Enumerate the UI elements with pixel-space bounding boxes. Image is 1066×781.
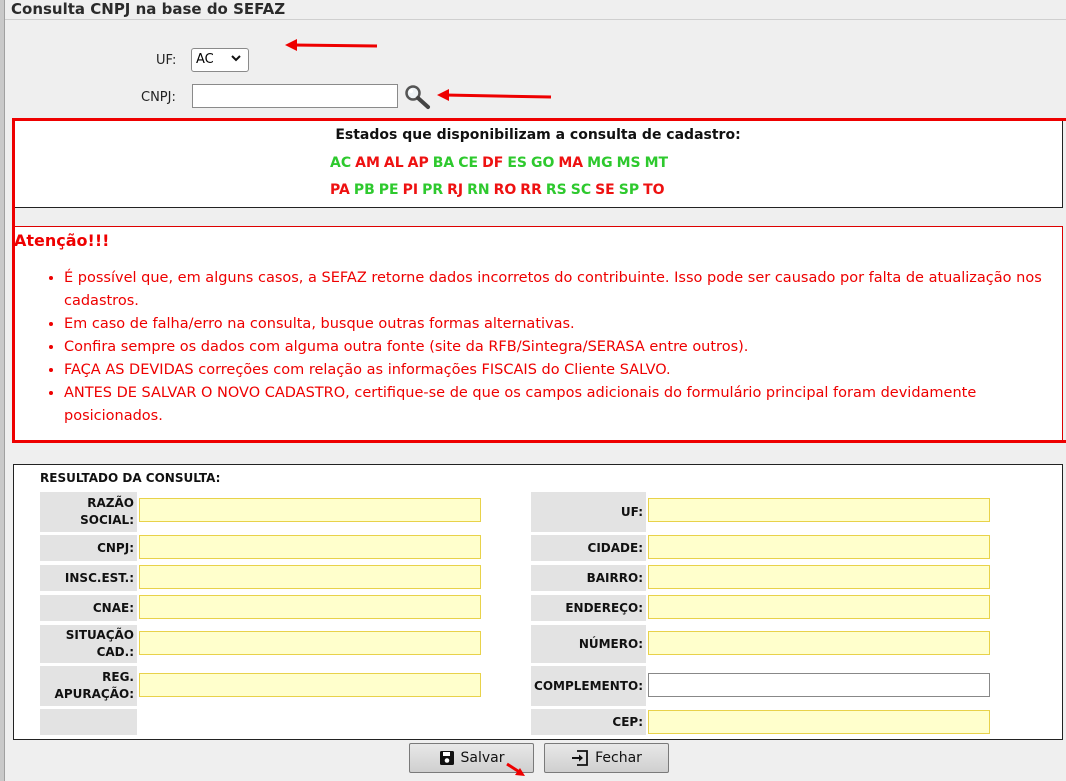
title-bar[interactable]: Consulta CNPJ na base do SEFAZ — [5, 0, 1066, 20]
state-code-rr: RR — [520, 182, 542, 198]
cnpj-result-field[interactable] — [139, 535, 481, 559]
state-code-al: AL — [383, 155, 404, 171]
cnae-field[interactable] — [139, 595, 481, 619]
floppy-disk-icon — [439, 751, 454, 765]
attention-item: FAÇA AS DEVIDAS correções com relação as… — [64, 359, 1050, 382]
result-title: RESULTADO DA CONSULTA: — [40, 471, 221, 485]
state-code-sp: SP — [618, 182, 640, 198]
state-code-ro: RO — [493, 182, 517, 198]
states-title: Estados que disponibilizam a consulta de… — [335, 127, 741, 143]
label-endereco: ENDEREÇO: — [531, 595, 646, 621]
cnpj-input[interactable] — [192, 84, 398, 108]
state-code-se: SE — [595, 182, 615, 198]
state-code-ac: AC — [330, 155, 352, 171]
numero-field[interactable] — [648, 631, 990, 655]
state-code-pa: PA — [330, 182, 350, 198]
bairro-field[interactable] — [648, 565, 990, 589]
state-code-ba: BA — [432, 155, 455, 171]
states-panel: Estados que disponibilizam a consulta de… — [13, 120, 1063, 208]
state-code-pr: PR — [422, 182, 444, 198]
attention-list: É possível que, em alguns casos, a SEFAZ… — [50, 267, 1050, 428]
label-razao-social: RAZÃO SOCIAL: — [40, 492, 137, 532]
endereco-field[interactable] — [648, 595, 990, 619]
razao-social-field[interactable] — [139, 498, 481, 522]
result-panel: RESULTADO DA CONSULTA: RAZÃO SOCIAL: CNP… — [13, 464, 1063, 740]
state-code-mg: MG — [587, 155, 613, 171]
state-code-pi: PI — [402, 182, 419, 198]
state-code-ce: CE — [458, 155, 479, 171]
state-code-pe: PE — [378, 182, 399, 198]
label-reg-apuracao: REG. APURAÇÃO: — [40, 666, 137, 706]
window-title: Consulta CNPJ na base do SEFAZ — [11, 0, 286, 18]
label-complemento: COMPLEMENTO: — [531, 666, 646, 706]
state-code-rn: RN — [467, 182, 490, 198]
state-code-am: AM — [355, 155, 380, 171]
label-empty — [40, 709, 137, 735]
uf-label: UF: — [156, 53, 177, 68]
label-uf: UF: — [531, 492, 646, 532]
magnifier-icon — [405, 85, 430, 109]
annotation-arrow-cnpj — [437, 89, 552, 101]
state-code-ap: AP — [407, 155, 429, 171]
label-numero: NÚMERO: — [531, 625, 646, 663]
label-cidade: CIDADE: — [531, 535, 646, 561]
state-code-ma: MA — [558, 155, 584, 171]
label-situacao-cad: SITUAÇÃO CAD.: — [40, 625, 137, 663]
cidade-field[interactable] — [648, 535, 990, 559]
exit-icon — [572, 750, 588, 766]
cnpj-dialog: Consulta CNPJ na base do SEFAZ UF: AC CN… — [4, 0, 1066, 781]
label-cnae: CNAE: — [40, 595, 137, 621]
state-code-rj: RJ — [447, 182, 464, 198]
annotation-arrow-uf — [285, 39, 378, 51]
state-code-es: ES — [507, 155, 527, 171]
state-code-to: TO — [643, 182, 665, 198]
states-row-2: PA PB PE PI PR RJ RN RO RR RS SC SE SP TO — [330, 182, 669, 198]
state-code-mt: MT — [644, 155, 669, 171]
label-bairro: BAIRRO: — [531, 565, 646, 591]
attention-item: ANTES DE SALVAR O NOVO CADASTRO, certifi… — [64, 382, 1050, 428]
attention-title: Atenção!!! — [14, 231, 110, 250]
label-cnpj: CNPJ: — [40, 535, 137, 561]
attention-item: Confira sempre os dados com alguma outra… — [64, 336, 1050, 359]
uf-result-field[interactable] — [648, 498, 990, 522]
state-code-rs: RS — [545, 182, 567, 198]
state-code-go: GO — [530, 155, 555, 171]
uf-select-value: AC — [196, 52, 214, 67]
label-cep: CEP: — [531, 709, 646, 735]
states-row-1: AC AM AL AP BA CE DF ES GO MA MG MS MT — [330, 155, 672, 171]
insc-est-field[interactable] — [139, 565, 481, 589]
attention-item: Em caso de falha/erro na consulta, busqu… — [64, 313, 1050, 336]
cnpj-label: CNPJ: — [141, 90, 176, 105]
search-button[interactable] — [403, 84, 433, 110]
state-code-sc: SC — [570, 182, 592, 198]
close-button-label: Fechar — [595, 750, 642, 766]
annotation-arrow-save — [506, 762, 525, 776]
save-button-label: Salvar — [460, 750, 505, 766]
attention-item: É possível que, em alguns casos, a SEFAZ… — [64, 267, 1050, 313]
attention-panel: Atenção!!! É possível que, em alguns cas… — [13, 226, 1063, 441]
complemento-field[interactable] — [648, 673, 990, 697]
situacao-cad-field[interactable] — [139, 631, 481, 655]
state-code-df: DF — [482, 155, 504, 171]
label-insc-est: INSC.EST.: — [40, 565, 137, 591]
close-button[interactable]: Fechar — [544, 743, 669, 773]
state-code-ms: MS — [616, 155, 641, 171]
reg-apuracao-field[interactable] — [139, 673, 481, 697]
state-code-pb: PB — [353, 182, 375, 198]
chevron-down-icon — [230, 52, 242, 67]
cep-field[interactable] — [648, 710, 990, 734]
uf-select[interactable]: AC — [191, 48, 249, 72]
